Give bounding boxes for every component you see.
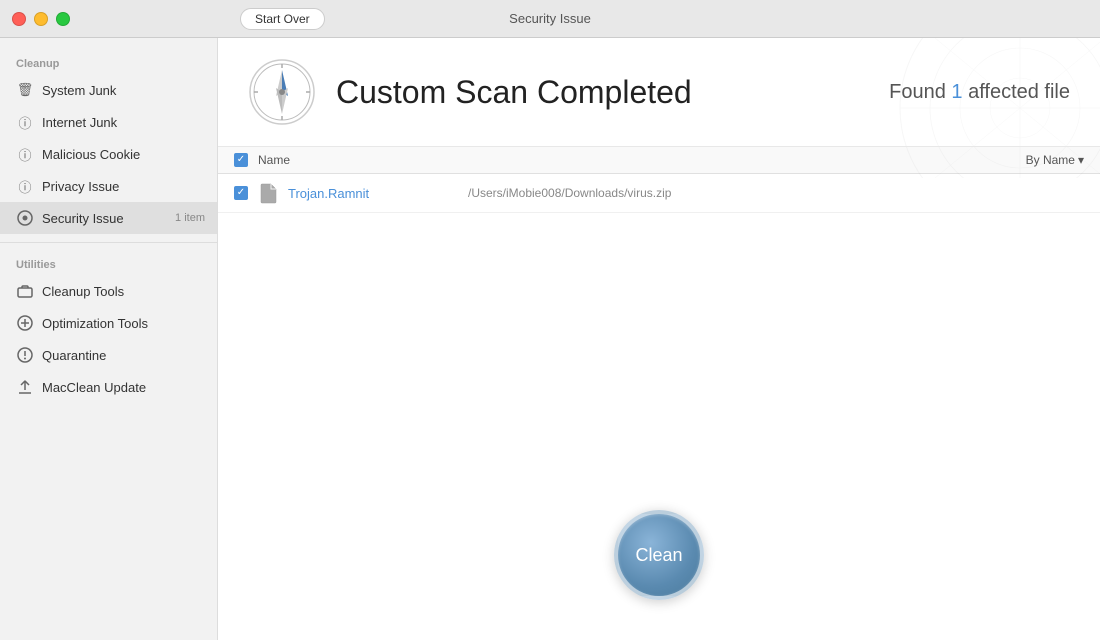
- file-path: /Users/iMobie008/Downloads/virus.zip: [468, 186, 671, 200]
- sidebar-item-system-junk[interactable]: 🗑 System Junk: [0, 74, 217, 106]
- table-row[interactable]: Trojan.Ramnit /Users/iMobie008/Downloads…: [218, 174, 1100, 213]
- name-column-header: Name: [258, 153, 1026, 167]
- sidebar-item-label: Internet Junk: [42, 115, 117, 130]
- content-area: Custom Scan Completed Found 1 affected f…: [218, 38, 1100, 640]
- sidebar-item-optimization-tools[interactable]: Optimization Tools: [0, 307, 217, 339]
- sidebar-item-quarantine[interactable]: Quarantine: [0, 339, 217, 371]
- chevron-down-icon: ▾: [1078, 153, 1084, 167]
- scan-title: Custom Scan Completed: [336, 74, 692, 111]
- header-checkbox-cell: [234, 153, 258, 167]
- trash-icon: 🗑: [16, 81, 34, 99]
- affected-label: affected file: [963, 81, 1070, 103]
- sidebar-item-macclean-update[interactable]: MacClean Update: [0, 371, 217, 403]
- info-circle-icon: ⓘ: [16, 145, 34, 163]
- circle-plus-icon: [16, 314, 34, 332]
- sidebar-item-privacy-issue[interactable]: ⓘ Privacy Issue: [0, 170, 217, 202]
- window-title: Security Issue: [509, 11, 591, 26]
- sort-label: By Name: [1026, 153, 1075, 167]
- table-header: Name By Name ▾: [218, 147, 1100, 174]
- sidebar-item-internet-junk[interactable]: ⓘ Internet Junk: [0, 106, 217, 138]
- upload-icon: [16, 378, 34, 396]
- close-button[interactable]: [12, 12, 26, 26]
- content-header: Custom Scan Completed Found 1 affected f…: [218, 38, 1100, 147]
- sidebar-divider: [0, 242, 217, 243]
- file-icon: [258, 182, 280, 204]
- quarantine-icon: [16, 346, 34, 364]
- sidebar-item-malicious-cookie[interactable]: ⓘ Malicious Cookie: [0, 138, 217, 170]
- briefcase-icon: [16, 282, 34, 300]
- sidebar-item-label: System Junk: [42, 83, 116, 98]
- found-label: Found: [889, 81, 951, 103]
- info-circle-icon: ⓘ: [16, 113, 34, 131]
- header-left: Custom Scan Completed: [248, 58, 692, 126]
- title-bar: Start Over Security Issue: [0, 0, 1100, 38]
- sidebar-item-security-issue[interactable]: Security Issue 1 item: [0, 202, 217, 234]
- sidebar-item-label: Privacy Issue: [42, 179, 119, 194]
- clean-button-area: Clean: [614, 510, 704, 600]
- sidebar: Cleanup 🗑 System Junk ⓘ Internet Junk ⓘ …: [0, 38, 218, 640]
- file-name: Trojan.Ramnit: [288, 186, 448, 201]
- info-circle-icon: ⓘ: [16, 177, 34, 195]
- compass-icon: [248, 58, 316, 126]
- maximize-button[interactable]: [56, 12, 70, 26]
- sidebar-item-badge: 1 item: [175, 212, 205, 224]
- select-all-checkbox[interactable]: [234, 153, 248, 167]
- main-layout: Cleanup 🗑 System Junk ⓘ Internet Junk ⓘ …: [0, 38, 1100, 640]
- sidebar-item-label: Security Issue: [42, 211, 124, 226]
- minimize-button[interactable]: [34, 12, 48, 26]
- utilities-section-label: Utilities: [0, 251, 217, 275]
- clean-button[interactable]: Clean: [614, 510, 704, 600]
- sidebar-item-label: MacClean Update: [42, 380, 146, 395]
- start-over-button[interactable]: Start Over: [240, 8, 325, 30]
- sidebar-item-label: Malicious Cookie: [42, 147, 140, 162]
- window-controls: [12, 12, 70, 26]
- row-checkbox[interactable]: [234, 186, 248, 200]
- cleanup-section-label: Cleanup: [0, 50, 217, 74]
- sort-control[interactable]: By Name ▾: [1026, 153, 1084, 167]
- row-checkbox-cell: [234, 186, 258, 200]
- sidebar-item-label: Cleanup Tools: [42, 284, 124, 299]
- shield-icon: [16, 209, 34, 227]
- found-count: 1: [951, 81, 962, 103]
- found-text: Found 1 affected file: [889, 81, 1070, 104]
- sidebar-item-label: Optimization Tools: [42, 316, 148, 331]
- sidebar-item-label: Quarantine: [42, 348, 106, 363]
- sidebar-item-cleanup-tools[interactable]: Cleanup Tools: [0, 275, 217, 307]
